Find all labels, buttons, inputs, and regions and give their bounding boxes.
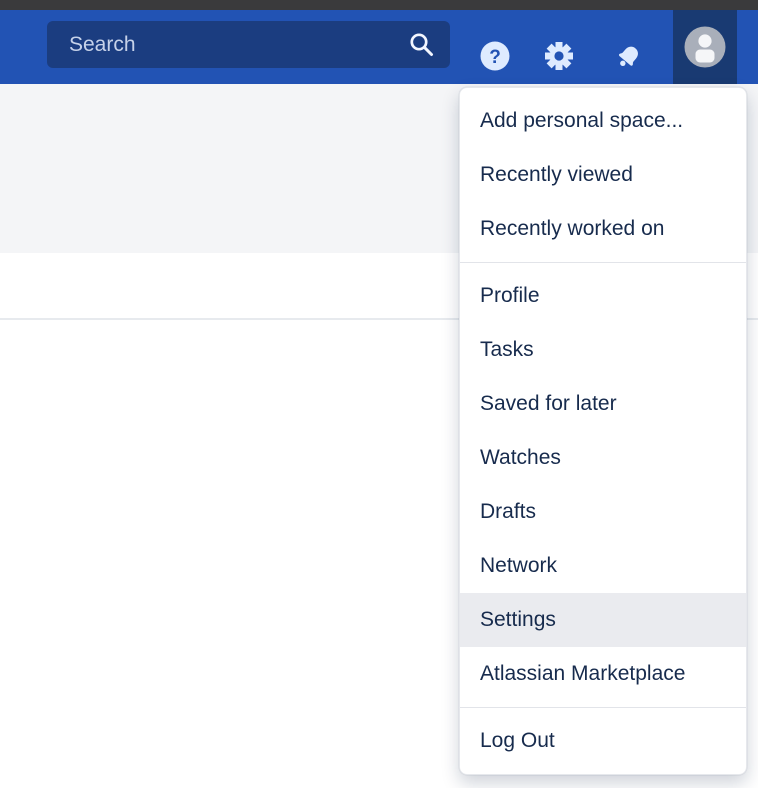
menu-section-1: Add personal space...Recently viewedRece… bbox=[460, 88, 746, 262]
bell-icon bbox=[612, 39, 646, 76]
screen: ? bbox=[0, 0, 758, 788]
window-chrome-strip bbox=[0, 0, 758, 10]
menu-item-atlassian-marketplace[interactable]: Atlassian Marketplace bbox=[460, 647, 746, 701]
search-icon bbox=[406, 29, 438, 61]
menu-item-settings[interactable]: Settings bbox=[460, 593, 746, 647]
menu-section-2: ProfileTasksSaved for laterWatchesDrafts… bbox=[460, 262, 746, 707]
menu-item-drafts[interactable]: Drafts bbox=[460, 485, 746, 539]
gear-icon bbox=[543, 40, 575, 75]
account-menu: Add personal space...Recently viewedRece… bbox=[459, 87, 747, 775]
settings-gear-button[interactable] bbox=[539, 37, 579, 77]
menu-item-recently-worked-on[interactable]: Recently worked on bbox=[460, 202, 746, 256]
menu-item-log-out[interactable]: Log Out bbox=[460, 714, 746, 768]
help-button[interactable]: ? bbox=[475, 37, 515, 77]
notifications-button[interactable] bbox=[609, 37, 649, 77]
menu-item-tasks[interactable]: Tasks bbox=[460, 323, 746, 377]
menu-section-3: Log Out bbox=[460, 707, 746, 774]
menu-item-recently-viewed[interactable]: Recently viewed bbox=[460, 148, 746, 202]
help-icon: ? bbox=[479, 40, 511, 75]
svg-text:?: ? bbox=[489, 47, 501, 68]
menu-item-add-personal-space[interactable]: Add personal space... bbox=[460, 94, 746, 148]
search-box bbox=[47, 21, 450, 68]
menu-item-watches[interactable]: Watches bbox=[460, 431, 746, 485]
search-input[interactable] bbox=[47, 21, 450, 68]
menu-item-saved-for-later[interactable]: Saved for later bbox=[460, 377, 746, 431]
menu-item-network[interactable]: Network bbox=[460, 539, 746, 593]
user-avatar-icon bbox=[684, 26, 726, 68]
account-avatar-button[interactable] bbox=[673, 10, 737, 84]
app-navigation-bar: ? bbox=[0, 10, 758, 84]
menu-item-profile[interactable]: Profile bbox=[460, 269, 746, 323]
